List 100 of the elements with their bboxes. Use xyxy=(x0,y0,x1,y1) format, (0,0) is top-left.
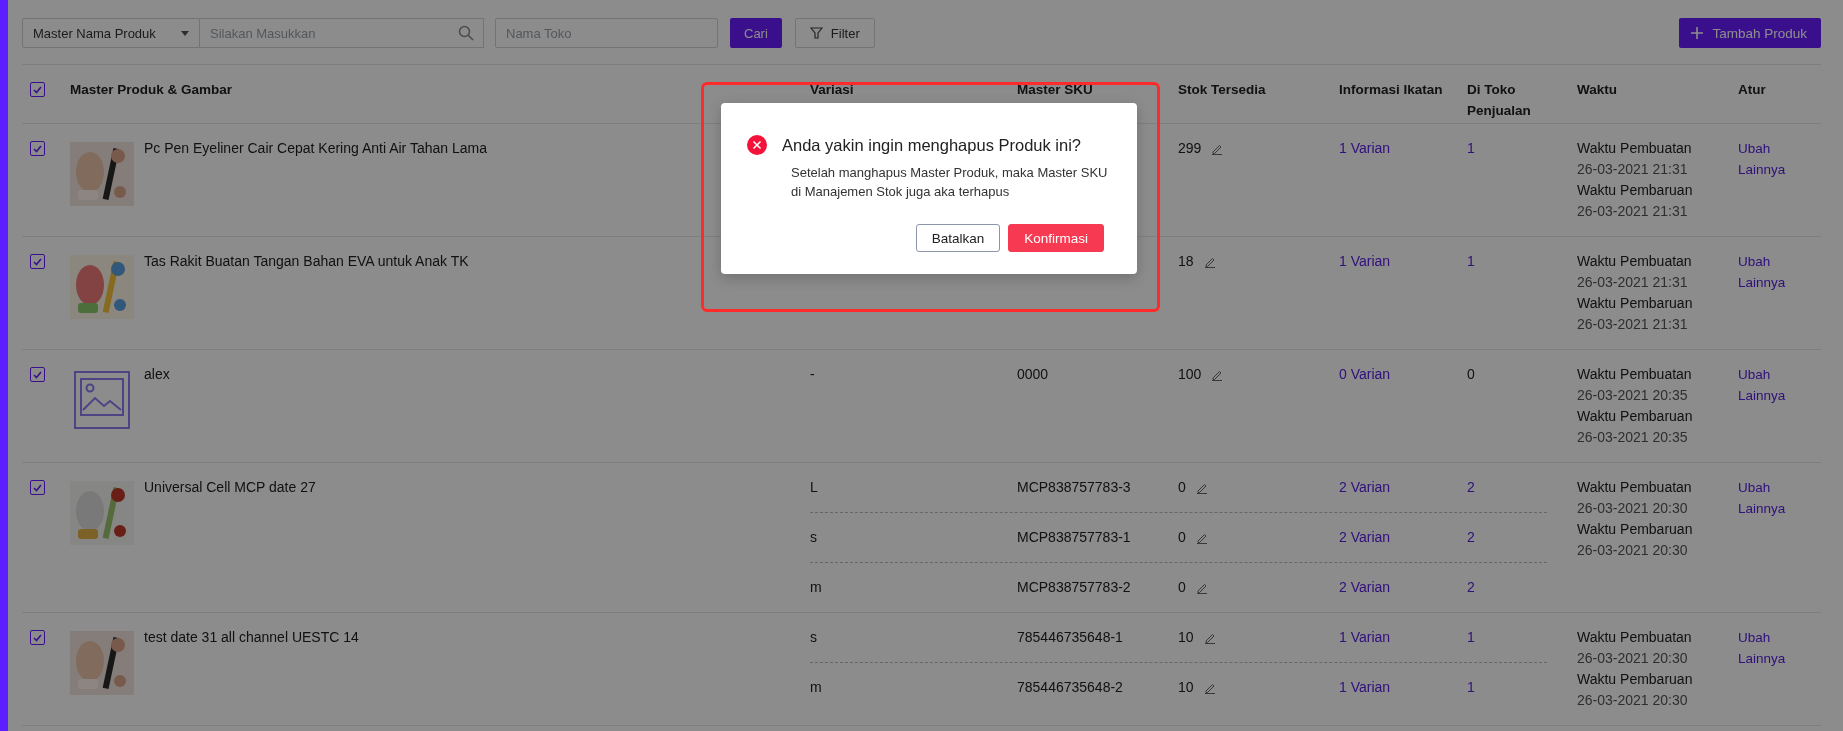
stock-cell-text: 0 xyxy=(1178,578,1186,597)
variant-link[interactable]: 1 Varian xyxy=(1339,140,1391,156)
add-product-button[interactable]: Tambah Produk xyxy=(1679,18,1821,48)
time-label: Waktu Pembaruan xyxy=(1577,670,1694,689)
checkbox[interactable] xyxy=(30,141,45,156)
action-link[interactable]: Ubah xyxy=(1738,138,1821,159)
time-label: Waktu Pembuatan xyxy=(1577,252,1693,271)
product-name: test date 31 all channel UESTC 14 xyxy=(144,628,359,647)
time-value: 26-03-2021 21:31 xyxy=(1577,315,1689,334)
checkbox[interactable] xyxy=(30,630,45,645)
variation-cell: s xyxy=(810,629,817,645)
edit-icon[interactable] xyxy=(1195,581,1208,594)
edit-icon[interactable] xyxy=(1211,142,1224,155)
store-count-link[interactable]: 2 xyxy=(1467,579,1475,595)
sku-cell: MCP838757783-2 xyxy=(1017,579,1131,595)
error-icon xyxy=(747,135,767,155)
time-value: 26-03-2021 20:30 xyxy=(1577,691,1689,710)
edit-icon[interactable] xyxy=(1195,531,1208,544)
checkbox[interactable] xyxy=(30,254,45,269)
search-field[interactable]: Silakan Masukkan xyxy=(200,18,484,48)
store-count-link[interactable]: 1 xyxy=(1467,253,1475,269)
column-header: Informasi Ikatan xyxy=(1339,82,1443,97)
variant-link[interactable]: 2 Varian xyxy=(1339,579,1391,595)
check-icon xyxy=(33,370,42,379)
search-button[interactable]: Cari xyxy=(730,18,782,48)
check-icon xyxy=(33,483,42,492)
stock-cell-text: 10 xyxy=(1178,628,1194,647)
product-name: Universal Cell MCP date 27 xyxy=(144,478,316,497)
action-link[interactable]: Ubah xyxy=(1738,251,1821,272)
product-name: Pc Pen Eyeliner Cair Cepat Kering Anti Air Tahan Lama xyxy=(144,139,487,158)
checkbox[interactable] xyxy=(30,480,45,495)
action-link[interactable]: Lainnya xyxy=(1738,159,1821,180)
time-label: Waktu Pembuatan xyxy=(1577,628,1693,647)
time-label: Waktu Pembuatan xyxy=(1577,139,1693,158)
filter-icon xyxy=(809,27,823,39)
time-label: Waktu Pembuatan xyxy=(1577,478,1693,497)
variant-link[interactable]: 2 Varian xyxy=(1339,479,1391,495)
time-label: Waktu Pembaruan xyxy=(1577,294,1694,313)
caret-icon xyxy=(181,30,189,36)
store-count-link[interactable]: 2 xyxy=(1467,479,1475,495)
variant-link[interactable]: 1 Varian xyxy=(1339,253,1391,269)
edit-icon[interactable] xyxy=(1203,255,1216,268)
edit-icon[interactable] xyxy=(1203,681,1216,694)
stock-cell-text: 299 xyxy=(1178,139,1202,158)
store-count-link[interactable]: 2 xyxy=(1467,529,1475,545)
sku-cell: 785446735648-2 xyxy=(1017,679,1123,695)
confirm-button[interactable]: Konfirmasi xyxy=(1008,224,1104,252)
edit-icon[interactable] xyxy=(1203,631,1216,644)
sku-cell: MCP838757783-3 xyxy=(1017,479,1131,495)
variation-cell: m xyxy=(810,579,822,595)
time-label: Waktu Pembaruan xyxy=(1577,520,1694,539)
time-value: 26-03-2021 20:30 xyxy=(1577,541,1689,560)
plus-icon xyxy=(1691,27,1704,39)
column-header: Atur xyxy=(1738,82,1766,97)
stock-cell-text: 0 xyxy=(1178,528,1186,547)
check-icon xyxy=(33,633,42,642)
variant-link[interactable]: 0 Varian xyxy=(1339,366,1391,382)
variation-cell: s xyxy=(810,529,817,545)
sku-cell: MCP838757783-1 xyxy=(1017,529,1131,545)
time-label: Waktu Pembaruan xyxy=(1577,407,1694,426)
time-value: 26-03-2021 20:35 xyxy=(1577,428,1689,447)
check-icon xyxy=(33,144,42,153)
store-count: 0 xyxy=(1467,366,1475,382)
action-link[interactable]: Lainnya xyxy=(1738,648,1821,669)
store-count-link[interactable]: 1 xyxy=(1467,629,1475,645)
action-link[interactable]: Ubah xyxy=(1738,364,1821,385)
column-header: Master SKU xyxy=(1017,82,1093,97)
time-label: Waktu Pembaruan xyxy=(1577,181,1694,200)
action-link[interactable]: Ubah xyxy=(1738,627,1821,648)
product-name: Tas Rakit Buatan Tangan Bahan EVA untuk Anak TK xyxy=(144,252,469,271)
time-value: 26-03-2021 20:35 xyxy=(1577,386,1689,405)
check-icon xyxy=(33,85,42,94)
store-field[interactable]: Nama Toko xyxy=(495,18,718,48)
action-link[interactable]: Ubah xyxy=(1738,477,1821,498)
time-value: 26-03-2021 21:31 xyxy=(1577,273,1689,292)
cancel-button[interactable]: Batalkan xyxy=(915,224,1001,252)
edit-icon[interactable] xyxy=(1195,481,1208,494)
variant-link[interactable]: 2 Varian xyxy=(1339,529,1391,545)
check-icon xyxy=(33,257,42,266)
action-link[interactable]: Lainnya xyxy=(1738,498,1821,519)
time-label: Waktu Pembuatan xyxy=(1577,365,1693,384)
edit-icon[interactable] xyxy=(1211,368,1224,381)
time-value: 26-03-2021 21:31 xyxy=(1577,160,1689,179)
dialog-message: Setelah manghapus Master Produk, maka Master SKU di Manajemen Stok juga aka terhapus xyxy=(791,164,1109,201)
action-link[interactable]: Lainnya xyxy=(1738,385,1821,406)
variant-link[interactable]: 1 Varian xyxy=(1339,629,1391,645)
store-count-link[interactable]: 1 xyxy=(1467,140,1475,156)
stock-cell-text: 0 xyxy=(1178,478,1186,497)
column-header: Waktu xyxy=(1577,82,1617,97)
sku-cell: 0000 xyxy=(1017,366,1049,382)
field-selector[interactable]: Master Nama Produk xyxy=(22,18,200,48)
search-icon xyxy=(458,25,474,41)
store-count-link[interactable]: 1 xyxy=(1467,679,1475,695)
checkbox[interactable] xyxy=(30,367,45,382)
variant-link[interactable]: 1 Varian xyxy=(1339,679,1391,695)
checkbox[interactable] xyxy=(30,82,45,97)
variation-cell: - xyxy=(810,366,815,382)
action-link[interactable]: Lainnya xyxy=(1738,272,1821,293)
filter-button[interactable]: Filter xyxy=(794,18,875,48)
product-name: alex xyxy=(144,365,170,384)
